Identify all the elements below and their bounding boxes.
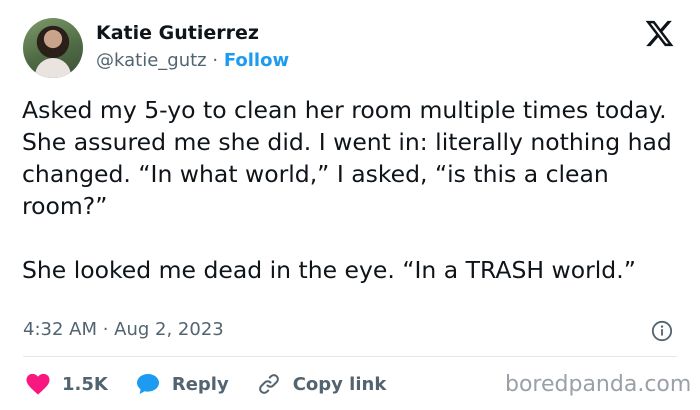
speech-bubble-icon [136,374,159,394]
follow-button[interactable]: Follow [224,50,289,71]
author-handle[interactable]: @katie_gutz [96,50,207,71]
like-count: 1.5K [62,373,108,395]
tweet-text: Asked my 5-yo to clean her room multiple… [22,96,672,284]
link-icon [258,374,279,394]
tweet-timestamp[interactable]: 4:32 AM · Aug 2, 2023 [23,319,224,340]
tweet-card: Katie Gutierrez @katie_gutz · Follow Ask… [0,0,700,410]
copy-link-button[interactable]: Copy link [257,372,387,396]
author-name[interactable]: Katie Gutierrez [96,22,259,44]
divider [23,356,677,357]
handle-separator: · [212,50,219,71]
reply-label: Reply [171,373,229,395]
watermark: boredpanda.com [505,372,692,397]
x-logo-icon[interactable] [643,18,676,49]
avatar-shirt [35,58,71,78]
info-icon[interactable] [651,320,673,342]
avatar[interactable] [23,18,83,78]
reply-button[interactable]: Reply [136,373,229,395]
heart-icon [26,373,50,395]
author-handle-row: @katie_gutz · Follow [96,50,289,71]
copy-link-label: Copy link [292,373,387,395]
action-bar: 1.5K Reply Copy link [26,371,414,397]
like-button[interactable]: 1.5K [26,373,108,395]
